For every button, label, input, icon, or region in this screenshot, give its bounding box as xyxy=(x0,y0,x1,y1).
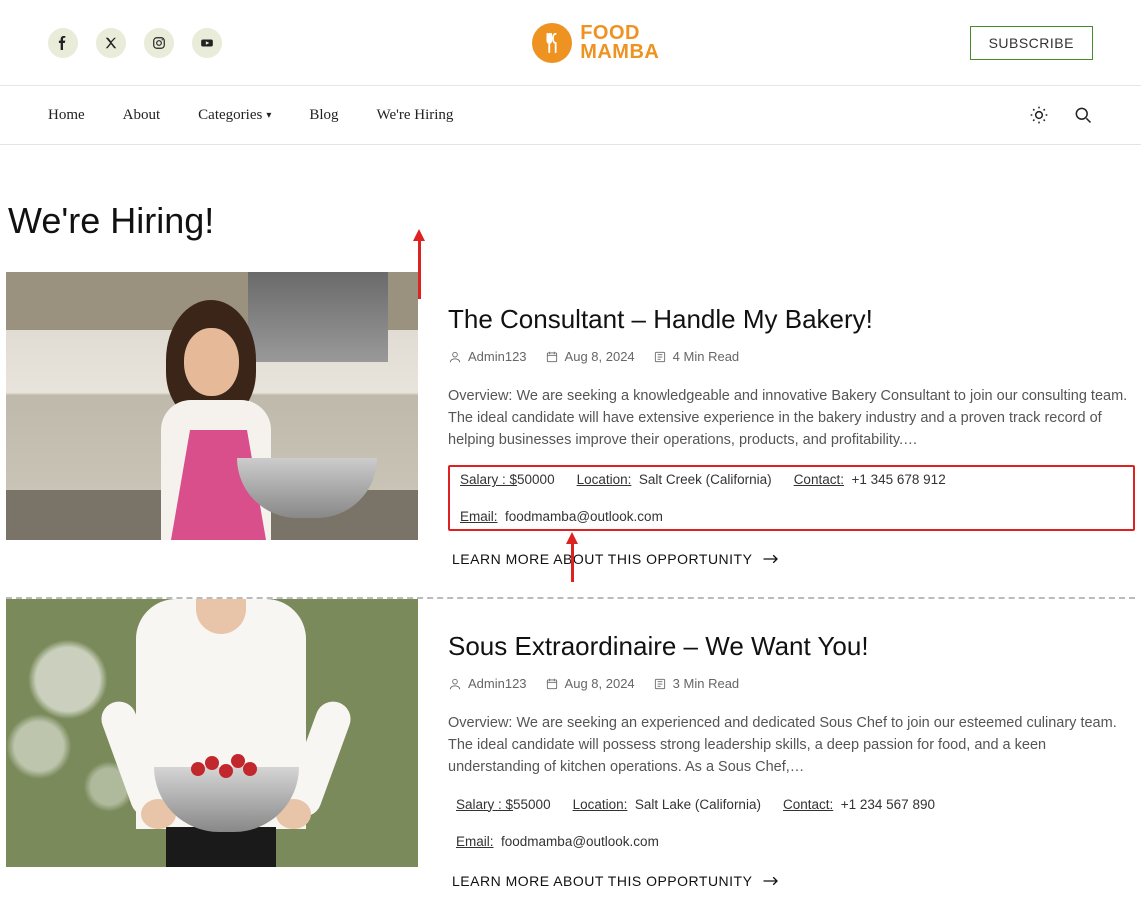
read-time: 3 Min Read xyxy=(673,676,739,691)
post-excerpt: Overview: We are seeking an experienced … xyxy=(448,713,1135,778)
post-date: Aug 8, 2024 xyxy=(565,349,635,364)
nav-actions xyxy=(1029,105,1093,125)
job-info-bar: Salary : $55000 Location: Salt Lake (Cal… xyxy=(448,793,1135,853)
nav-categories[interactable]: Categories ▾ xyxy=(198,107,271,124)
location-value: Salt Lake (California) xyxy=(635,797,761,812)
post-list: The Consultant – Handle My Bakery! Admin… xyxy=(0,272,1141,919)
email-label: Email: xyxy=(460,509,498,524)
nav-hiring[interactable]: We're Hiring xyxy=(377,107,454,124)
x-twitter-icon[interactable] xyxy=(96,28,126,58)
post-body: The Consultant – Handle My Bakery! Admin… xyxy=(448,272,1135,567)
learn-more-link[interactable]: LEARN MORE ABOUT THIS OPPORTUNITY xyxy=(448,873,1135,889)
arrow-right-icon xyxy=(762,874,780,888)
logo-line2: MAMBA xyxy=(580,43,659,62)
nav-label: Home xyxy=(48,107,85,124)
logo-line1: FOOD xyxy=(580,24,659,43)
post-meta: Admin123 Aug 8, 2024 4 Min Read xyxy=(448,349,1135,364)
post-thumbnail[interactable] xyxy=(6,272,418,540)
post-thumbnail[interactable] xyxy=(6,599,418,867)
author-name: Admin123 xyxy=(468,676,527,691)
read-time: 4 Min Read xyxy=(673,349,739,364)
post-item: Sous Extraordinaire – We Want You! Admin… xyxy=(6,599,1135,918)
post-title[interactable]: Sous Extraordinaire – We Want You! xyxy=(448,631,1135,662)
author-name: Admin123 xyxy=(468,349,527,364)
date-meta: Aug 8, 2024 xyxy=(545,676,635,691)
contact-value: +1 345 678 912 xyxy=(851,472,945,487)
email-label: Email: xyxy=(456,834,494,849)
main-nav: Home About Categories ▾ Blog We're Hiring xyxy=(0,85,1141,145)
arrow-right-icon xyxy=(762,552,780,566)
salary-value: 55000 xyxy=(513,797,551,812)
facebook-icon[interactable] xyxy=(48,28,78,58)
read-meta: 4 Min Read xyxy=(653,349,739,364)
cta-label: LEARN MORE ABOUT THIS OPPORTUNITY xyxy=(452,551,752,567)
email-value: foodmamba@outlook.com xyxy=(501,834,659,849)
author-meta: Admin123 xyxy=(448,676,527,691)
post-body: Sous Extraordinaire – We Want You! Admin… xyxy=(448,599,1135,888)
post-title[interactable]: The Consultant – Handle My Bakery! xyxy=(448,304,1135,335)
read-meta: 3 Min Read xyxy=(653,676,739,691)
post-meta: Admin123 Aug 8, 2024 3 Min Read xyxy=(448,676,1135,691)
contact-label: Contact: xyxy=(794,472,844,487)
theme-toggle-icon[interactable] xyxy=(1029,105,1049,125)
learn-more-link[interactable]: LEARN MORE ABOUT THIS OPPORTUNITY xyxy=(448,551,1135,567)
nav-label: We're Hiring xyxy=(377,107,454,124)
social-links xyxy=(48,28,222,58)
salary-label: Salary : $ xyxy=(456,797,513,812)
author-meta: Admin123 xyxy=(448,349,527,364)
location-label: Location: xyxy=(577,472,632,487)
chevron-down-icon: ▾ xyxy=(266,110,271,121)
search-icon[interactable] xyxy=(1073,105,1093,125)
salary-label: Salary : $ xyxy=(460,472,517,487)
salary-value: 50000 xyxy=(517,472,555,487)
site-logo[interactable]: FOOD MAMBA xyxy=(532,23,659,63)
subscribe-button[interactable]: SUBSCRIBE xyxy=(970,26,1093,60)
page-title: We're Hiring! xyxy=(0,145,1141,272)
nav-blog[interactable]: Blog xyxy=(309,107,338,124)
instagram-icon[interactable] xyxy=(144,28,174,58)
nav-label: Blog xyxy=(309,107,338,124)
nav-links: Home About Categories ▾ Blog We're Hiring xyxy=(48,107,453,124)
nav-label: About xyxy=(123,107,161,124)
post-date: Aug 8, 2024 xyxy=(565,676,635,691)
cta-label: LEARN MORE ABOUT THIS OPPORTUNITY xyxy=(452,873,752,889)
nav-label: Categories xyxy=(198,107,262,124)
logo-mark-icon xyxy=(532,23,572,63)
contact-label: Contact: xyxy=(783,797,833,812)
email-value: foodmamba@outlook.com xyxy=(505,509,663,524)
nav-home[interactable]: Home xyxy=(48,107,85,124)
nav-about[interactable]: About xyxy=(123,107,161,124)
header-top: FOOD MAMBA SUBSCRIBE xyxy=(0,0,1141,85)
location-label: Location: xyxy=(573,797,628,812)
post-item: The Consultant – Handle My Bakery! Admin… xyxy=(6,272,1135,597)
date-meta: Aug 8, 2024 xyxy=(545,349,635,364)
post-excerpt: Overview: We are seeking a knowledgeable… xyxy=(448,386,1135,451)
job-info-bar: Salary : $50000 Location: Salt Creek (Ca… xyxy=(448,465,1135,531)
youtube-icon[interactable] xyxy=(192,28,222,58)
contact-value: +1 234 567 890 xyxy=(841,797,935,812)
location-value: Salt Creek (California) xyxy=(639,472,772,487)
logo-text: FOOD MAMBA xyxy=(580,24,659,62)
